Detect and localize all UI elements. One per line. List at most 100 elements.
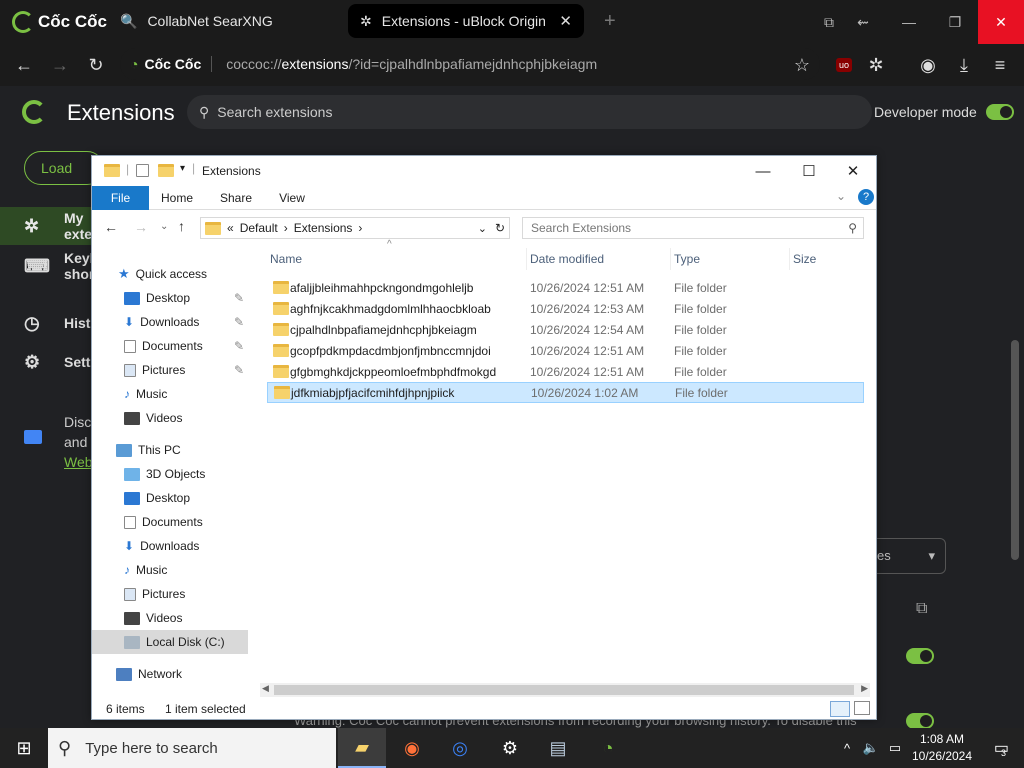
nav-documents[interactable]: Documents ✎ (92, 334, 248, 358)
open-external-icon[interactable]: ⧉ (916, 600, 927, 618)
nav-pc-downloads[interactable]: ⬇ Downloads (92, 534, 248, 558)
new-folder-icon[interactable] (158, 164, 174, 177)
tab-home[interactable]: Home (157, 186, 197, 210)
nav-3d-objects[interactable]: 3D Objects (92, 462, 248, 486)
page-scrollbar[interactable] (1011, 340, 1019, 560)
browser-taskbar-icon[interactable]: ◎ (436, 728, 484, 768)
details-view-icon[interactable] (830, 701, 850, 717)
app-taskbar-icon[interactable]: ▤ (534, 728, 582, 768)
volume-muted-icon[interactable]: 🔈 (860, 728, 882, 768)
scroll-thumb[interactable] (274, 685, 854, 695)
nav-videos[interactable]: Videos (92, 406, 248, 430)
file-row[interactable]: gcopfpdkmpdacdmbjonfjmbnccmnjdoi 10/26/20… (267, 340, 864, 361)
nav-music[interactable]: ♪ Music (92, 382, 248, 406)
nav-label: Documents (142, 515, 203, 529)
help-icon[interactable]: ? (858, 189, 874, 205)
minimize-button[interactable]: — (740, 156, 786, 186)
nav-pc-desktop[interactable]: Desktop (92, 486, 248, 510)
bookmark-star-icon[interactable]: ☆ (790, 53, 814, 77)
nav-pictures[interactable]: Pictures ✎ (92, 358, 248, 382)
notifications-icon[interactable]: ▭ 3 (980, 728, 1020, 768)
sidebar-item-settings[interactable]: ⚙Settings (0, 343, 119, 381)
forward-arrow-icon[interactable]: → (48, 53, 72, 77)
file-row[interactable]: cjpalhdlnbpafiamejdnhcphjbkeiagm 10/26/20… (267, 319, 864, 340)
breadcrumb-item[interactable]: Extensions (294, 221, 353, 235)
nav-pc-pictures[interactable]: Pictures (92, 582, 248, 606)
maximize-button[interactable]: ❐ (932, 0, 978, 44)
nav-quick-access[interactable]: ★ Quick access (92, 262, 248, 286)
tab-share[interactable]: Share (216, 186, 256, 210)
coccoc-taskbar-icon[interactable]: ◔ (584, 728, 632, 768)
extension-toggle[interactable] (906, 648, 934, 664)
nav-network[interactable]: Network (92, 662, 248, 686)
close-tab-icon[interactable]: ✕ (559, 12, 572, 30)
nav-local-disk[interactable]: Local Disk (C:) (92, 630, 248, 654)
tab-file[interactable]: File (92, 186, 149, 210)
ribbon-expand-icon[interactable]: ⌄ (836, 189, 846, 203)
column-type[interactable]: Type (670, 248, 787, 270)
column-size[interactable]: Size (789, 248, 867, 270)
scroll-left-icon[interactable]: ◀ (262, 683, 269, 694)
sidebar-item-keyboard[interactable]: ⌨Keyboard shortcuts (0, 247, 129, 285)
refresh-icon[interactable]: ↻ (495, 221, 505, 235)
file-explorer-taskbar-icon[interactable]: ▰ (338, 728, 386, 768)
url-suffix: /?id=cjpalhdlnbpafiamejdnhcphjbkeiagm (348, 56, 598, 72)
reload-icon[interactable]: ↻ (84, 53, 108, 77)
file-row[interactable]: gfgbmghkdjckppeomloefmbphdfmokgd 10/26/20… (267, 361, 864, 382)
extensions-search-input[interactable]: ⚲ Search extensions (187, 95, 872, 129)
properties-icon[interactable] (136, 164, 149, 177)
forward-arrow-icon[interactable]: → (134, 219, 148, 235)
tab-searxng[interactable]: 🔍 CollabNet SearXNG (108, 4, 338, 38)
back-arrow-icon[interactable]: ← (12, 53, 36, 77)
horizontal-scrollbar[interactable]: ◀ ▶ (260, 683, 870, 697)
file-row[interactable]: afaljjbleihmahhpckngondmgohleljb 10/26/20… (267, 277, 864, 298)
taskbar-search[interactable]: ⚲ Type here to search (48, 728, 336, 768)
back-history-icon[interactable]: ⇜ (840, 0, 886, 44)
nav-pc-videos[interactable]: Videos (92, 606, 248, 630)
nav-pc-music[interactable]: ♪ Music (92, 558, 248, 582)
chevron-down-icon[interactable]: ▾ (180, 163, 185, 174)
developer-mode-toggle[interactable] (986, 104, 1014, 120)
extension-toggle[interactable] (906, 713, 934, 729)
network-tray-icon[interactable]: ▭ (884, 728, 906, 768)
search-input[interactable]: Search Extensions ⚲ (522, 217, 864, 239)
close-button[interactable]: ✕ (830, 156, 876, 186)
settings-gear-icon[interactable]: ⚙ (486, 728, 534, 768)
up-arrow-icon[interactable]: ↑ (178, 218, 185, 234)
recent-dropdown-icon[interactable]: ⌄ (160, 221, 168, 232)
maximize-button[interactable]: ☐ (786, 156, 832, 186)
file-row[interactable]: aghfnjkcakhmadgdomlmlhhaocbkloab 10/26/20… (267, 298, 864, 319)
chevron-down-icon[interactable]: ⌄ (478, 222, 487, 235)
show-hidden-icons-icon[interactable]: ^ (836, 728, 858, 768)
column-date[interactable]: Date modified (526, 248, 669, 270)
download-icon[interactable]: ⤓ (952, 53, 976, 77)
scroll-right-icon[interactable]: ▶ (861, 683, 868, 694)
sidebar-item-my-extensions[interactable]: ✲My extensions (0, 207, 137, 245)
close-window-button[interactable]: ✕ (978, 0, 1024, 44)
back-arrow-icon[interactable]: ← (104, 219, 118, 235)
menu-icon[interactable]: ≡ (988, 53, 1012, 77)
address-breadcrumb[interactable]: « Default › Extensions › ⌄ ↻ (200, 217, 510, 239)
new-tab-button[interactable]: + (592, 4, 628, 38)
nav-pc-documents[interactable]: Documents (92, 510, 248, 534)
column-name[interactable]: Name (267, 248, 525, 270)
file-row-selected[interactable]: jdfkmiabjpfjacifcmihfdjhpnjpiick 10/26/20… (267, 382, 864, 403)
firefox-icon[interactable]: ◉ (388, 728, 436, 768)
sidebar-item-history[interactable]: ◷ History (0, 304, 112, 342)
windows-start-icon[interactable]: ⊞ (0, 728, 48, 768)
system-clock[interactable]: 1:08 AM 10/26/2024 (906, 731, 978, 765)
nav-label: Documents (142, 339, 203, 353)
tab-extensions[interactable]: ✲ Extensions - uBlock Origin ✕ (348, 4, 584, 38)
address-bar[interactable]: ◔ Cốc Cốc coccoc://extensions/?id=cjpalh… (120, 48, 820, 80)
breadcrumb-item[interactable]: Default (240, 221, 278, 235)
nav-this-pc[interactable]: This PC (92, 438, 248, 462)
profile-icon[interactable]: ◉ (916, 53, 940, 77)
file-date: 10/26/2024 12:53 AM (530, 301, 645, 316)
ublock-icon[interactable]: uo (832, 53, 856, 77)
minimize-button[interactable]: — (886, 0, 932, 44)
extensions-puzzle-icon[interactable]: ✲ (864, 53, 888, 77)
nav-downloads[interactable]: ⬇ Downloads ✎ (92, 310, 248, 334)
large-icons-view-icon[interactable] (854, 701, 870, 715)
nav-desktop[interactable]: Desktop ✎ (92, 286, 248, 310)
tab-view[interactable]: View (272, 186, 312, 210)
